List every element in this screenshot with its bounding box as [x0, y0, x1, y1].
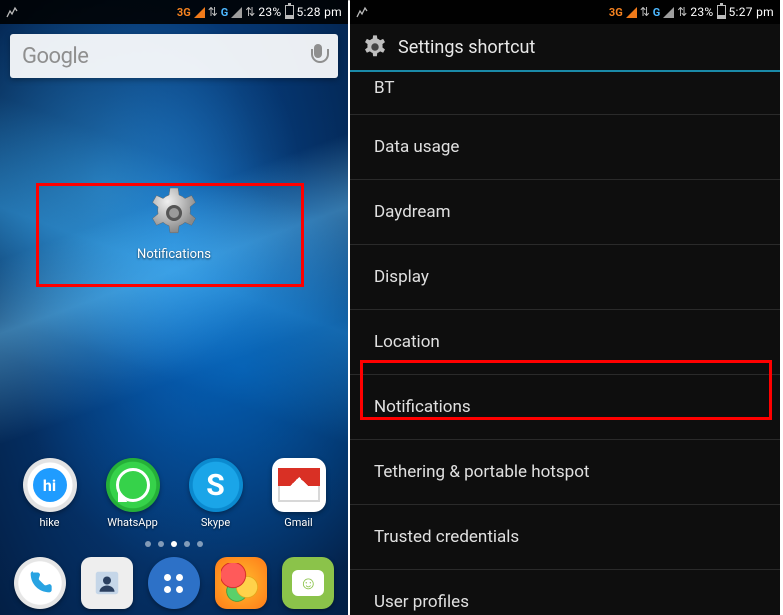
- network-3g-label: 3G: [609, 6, 623, 19]
- network-g-label: G: [221, 6, 229, 19]
- phone-app[interactable]: [14, 557, 66, 609]
- contacts-app[interactable]: [81, 557, 133, 609]
- data-arrows-icon: ⇅: [640, 5, 650, 19]
- settings-item-user-profiles[interactable]: User profiles: [350, 570, 780, 615]
- settings-shortcut-screen: 3G ⇅ G ⇅ 23% 5:27 pm Settings shortcut B…: [350, 0, 780, 615]
- status-bar: 3G ⇅ G ⇅ 23% 5:28 pm: [0, 0, 348, 24]
- shortcut-label: Notifications: [137, 247, 211, 262]
- status-bar: 3G ⇅ G ⇅ 23% 5:27 pm: [350, 0, 780, 24]
- signal-icon: [194, 7, 205, 18]
- skype-icon: S: [189, 458, 243, 512]
- messages-app[interactable]: ☺: [282, 557, 334, 609]
- gear-icon: [362, 34, 388, 60]
- settings-item-trusted[interactable]: Trusted credentials: [350, 505, 780, 570]
- app-label: Gmail: [263, 516, 335, 529]
- app-label: Skype: [180, 516, 252, 529]
- battery-percent: 23%: [690, 5, 713, 19]
- clock-label: 5:27 pm: [729, 5, 774, 19]
- gmail-icon: [272, 458, 326, 512]
- page-indicator: [0, 541, 348, 547]
- settings-item-notifications[interactable]: Notifications: [350, 375, 780, 440]
- settings-item-data-usage[interactable]: Data usage: [350, 115, 780, 180]
- app-drawer-button[interactable]: [148, 557, 200, 609]
- candy-crush-app[interactable]: [215, 557, 267, 609]
- network-3g-label: 3G: [177, 6, 191, 19]
- clock-label: 5:28 pm: [297, 5, 342, 19]
- signal-icon: [231, 7, 242, 18]
- settings-list[interactable]: BT Data usage Daydream Display Location …: [350, 72, 780, 615]
- home-screen: 3G ⇅ G ⇅ 23% 5:28 pm Google: [0, 0, 348, 615]
- phone-icon: [26, 569, 54, 597]
- data-arrows-icon: ⇅: [208, 5, 218, 19]
- app-skype[interactable]: S Skype: [180, 458, 252, 529]
- app-gmail[interactable]: Gmail: [263, 458, 335, 529]
- settings-item-location[interactable]: Location: [350, 310, 780, 375]
- hike-icon: hi: [23, 458, 77, 512]
- app-whatsapp[interactable]: WhatsApp: [97, 458, 169, 529]
- search-bar[interactable]: Google: [10, 34, 338, 78]
- whatsapp-icon: [106, 458, 160, 512]
- battery-percent: 23%: [258, 5, 281, 19]
- app-label: hike: [14, 516, 86, 529]
- settings-title: Settings shortcut: [398, 37, 535, 58]
- data-arrows-icon: ⇅: [677, 5, 687, 19]
- data-arrows-icon: ⇅: [245, 5, 255, 19]
- mic-icon[interactable]: [310, 44, 326, 68]
- settings-item-daydream[interactable]: Daydream: [350, 180, 780, 245]
- settings-item-display[interactable]: Display: [350, 245, 780, 310]
- settings-item-tethering[interactable]: Tethering & portable hotspot: [350, 440, 780, 505]
- gear-icon: [146, 185, 202, 241]
- battery-icon: [285, 5, 294, 19]
- network-activity-icon: [6, 6, 18, 18]
- apps-grid-icon: [164, 574, 183, 593]
- network-g-label: G: [653, 6, 661, 19]
- app-label: WhatsApp: [97, 516, 169, 529]
- signal-icon: [663, 7, 674, 18]
- contacts-icon: [92, 568, 122, 598]
- sms-icon: ☺: [292, 570, 324, 596]
- network-activity-icon: [356, 6, 368, 18]
- app-dock: hi hike WhatsApp S Skype Gmail: [0, 458, 348, 529]
- settings-header: Settings shortcut: [350, 24, 780, 72]
- battery-icon: [717, 5, 726, 19]
- notifications-shortcut[interactable]: Notifications: [137, 185, 211, 262]
- google-logo: Google: [22, 44, 88, 69]
- favorites-tray: ☺: [0, 551, 348, 615]
- signal-icon: [626, 7, 637, 18]
- app-hike[interactable]: hi hike: [14, 458, 86, 529]
- settings-item-bt[interactable]: BT: [350, 72, 780, 115]
